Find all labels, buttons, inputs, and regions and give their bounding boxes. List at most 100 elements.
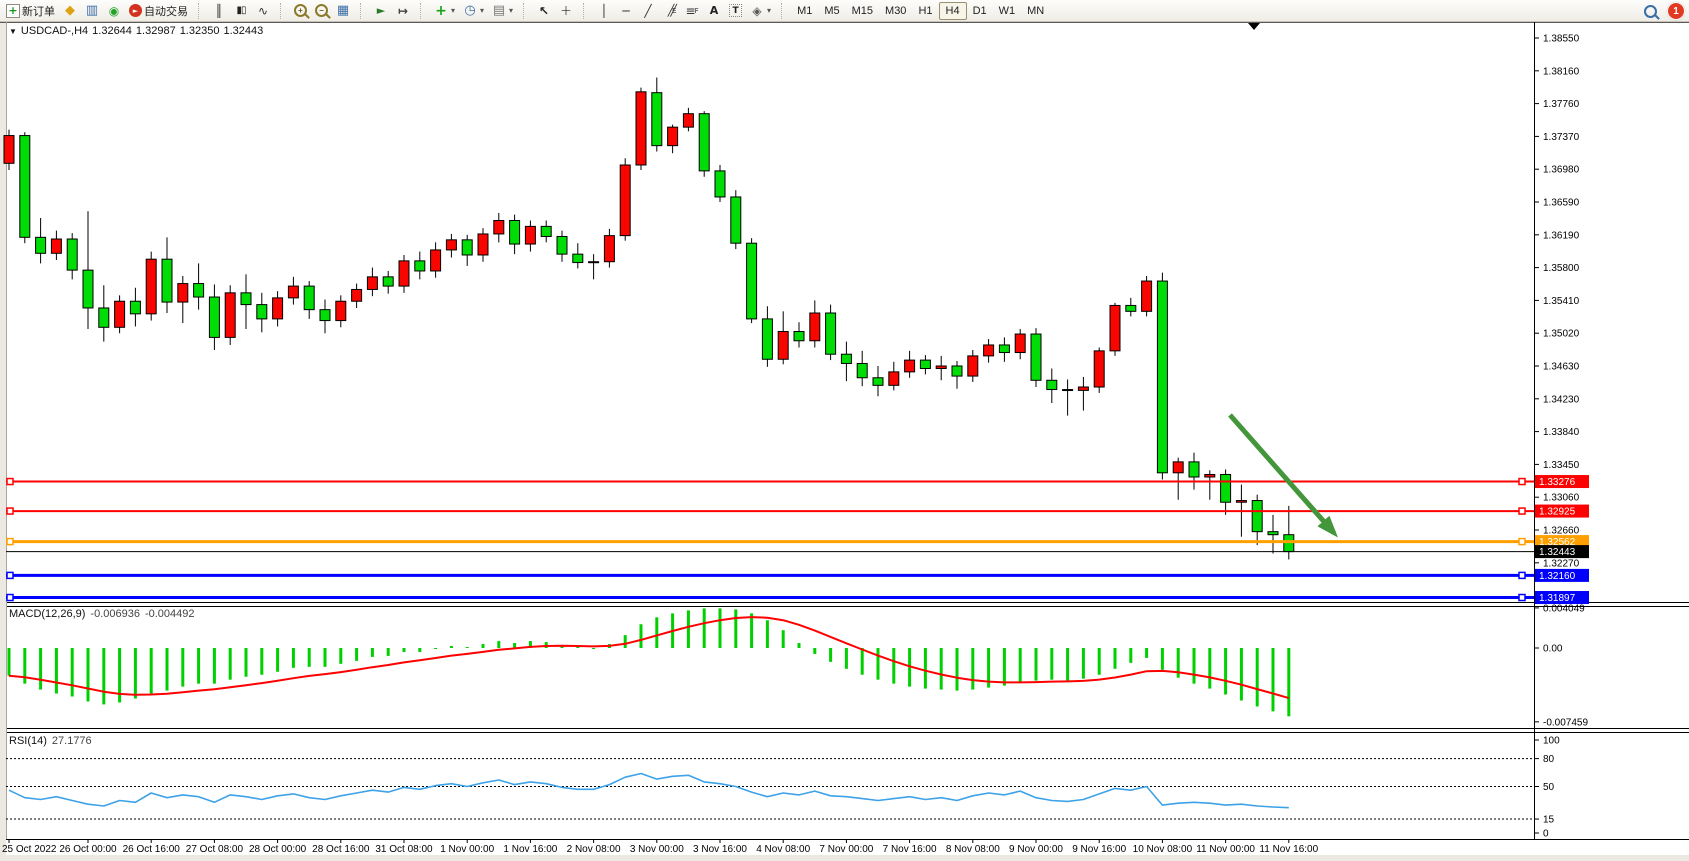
tf-h1-label: H1 (918, 5, 932, 17)
shapes-button[interactable]: ◈▾ (746, 1, 775, 21)
zoom-out-button[interactable]: − (311, 1, 332, 21)
line-anchor[interactable] (7, 539, 13, 545)
fibonacci-button[interactable]: ≡F (681, 1, 703, 21)
chart-shift-button[interactable]: ↦ (392, 1, 414, 21)
timeframe-button-M1[interactable]: M1 (791, 3, 818, 19)
equidistant-channel-button[interactable]: ╱╱E (659, 1, 681, 21)
line-anchor[interactable] (1519, 572, 1525, 578)
gold-button[interactable]: ◆ (59, 1, 81, 21)
crosshair-button[interactable]: + (555, 1, 577, 21)
line-anchor[interactable] (1519, 479, 1525, 485)
svg-text:8 Nov 08:00: 8 Nov 08:00 (946, 844, 1000, 855)
cursor-button[interactable]: ↖ (533, 1, 555, 21)
search-icon[interactable] (1644, 5, 1657, 18)
tf-h4-label: H4 (946, 5, 960, 17)
line-anchor[interactable] (1519, 539, 1525, 545)
horizontal-line-button[interactable]: ─ (615, 1, 637, 21)
svg-text:0.00: 0.00 (1543, 644, 1563, 655)
line-chart-icon: ∿ (256, 4, 270, 18)
tf-m30-label: M30 (885, 5, 906, 17)
line-anchor[interactable] (7, 572, 13, 578)
text-icon: A (707, 4, 721, 18)
new-order-button[interactable]: +新订单 (2, 1, 59, 21)
tf-m5-label: M5 (824, 5, 839, 17)
toolbar-group: ║▮▯ ∿ (208, 1, 274, 21)
line-anchor[interactable] (7, 479, 13, 485)
bar-chart-button[interactable]: ║ (208, 1, 230, 21)
svg-text:1.35800: 1.35800 (1543, 263, 1580, 274)
indicators-button[interactable]: +▾ (430, 1, 459, 21)
svg-text:-0.007459: -0.007459 (1543, 717, 1588, 728)
svg-text:1.38160: 1.38160 (1543, 66, 1580, 77)
svg-text:0: 0 (1543, 829, 1549, 840)
symbol-name: USDCAD-,H4 (21, 25, 88, 37)
cursor-icon: ↖ (537, 4, 551, 18)
equidistant-channel-icon: ╱╱E (663, 4, 677, 18)
svg-text:26 Oct 16:00: 26 Oct 16:00 (123, 844, 181, 855)
periods-button[interactable]: ◷▾ (459, 1, 488, 21)
toolbar-group: │ ─╱ ╱╱E ≡F AT◈▾ (593, 1, 775, 21)
svg-text:50: 50 (1543, 782, 1555, 793)
svg-text:1.33450: 1.33450 (1543, 460, 1580, 471)
notification-badge[interactable]: 1 (1667, 2, 1685, 20)
chevron-down-icon[interactable]: ▾ (451, 6, 455, 15)
signal-icon: ◉ (107, 4, 121, 18)
svg-text:0.004049: 0.004049 (1543, 603, 1585, 614)
tile-windows-button[interactable]: ▦ (332, 1, 354, 21)
timeframe-button-M5[interactable]: M5 (818, 3, 845, 19)
svg-text:1.36190: 1.36190 (1543, 230, 1580, 241)
timeframe-button-M15[interactable]: M15 (846, 3, 879, 19)
line-anchor[interactable] (1519, 595, 1525, 601)
svg-text:1.36590: 1.36590 (1543, 198, 1580, 209)
autotrading-label: 自动交易 (144, 3, 188, 19)
svg-text:1.37760: 1.37760 (1543, 99, 1580, 110)
chart-menu-icon[interactable]: ▼ (9, 27, 17, 36)
line-chart-button[interactable]: ∿ (252, 1, 274, 21)
tf-mn-label: MN (1027, 5, 1044, 17)
vertical-line-button[interactable]: │ (593, 1, 615, 21)
line-anchor[interactable] (1519, 508, 1525, 514)
timeframe-button-H4[interactable]: H4 (939, 2, 967, 20)
timeframe-button-D1[interactable]: D1 (967, 3, 993, 19)
svg-text:11 Nov 00:00: 11 Nov 00:00 (1196, 844, 1255, 855)
svg-text:4 Nov 08:00: 4 Nov 08:00 (756, 844, 810, 855)
svg-text:1.35020: 1.35020 (1543, 329, 1580, 340)
macd-signal-value: -0.004492 (145, 608, 195, 620)
autotrading-button[interactable]: ►自动交易 (125, 1, 192, 21)
svg-text:3 Nov 00:00: 3 Nov 00:00 (630, 844, 684, 855)
fibonacci-icon: ≡F (685, 4, 699, 18)
new-order-icon: + (6, 4, 20, 18)
line-anchor[interactable] (7, 508, 13, 514)
svg-text:1 Nov 00:00: 1 Nov 00:00 (440, 844, 494, 855)
trendline-button[interactable]: ╱ (637, 1, 659, 21)
rsi-name: RSI(14) (9, 735, 47, 747)
timeframe-button-W1[interactable]: W1 (993, 3, 1022, 19)
svg-text:1.33060: 1.33060 (1543, 493, 1580, 504)
timeframe-button-M30[interactable]: M30 (879, 3, 912, 19)
ohlc-close: 1.32443 (223, 25, 263, 37)
svg-text:1.32925: 1.32925 (1539, 507, 1576, 518)
zoom-in-button[interactable]: + (290, 1, 311, 21)
candle-chart-button[interactable]: ▮▯ (230, 1, 252, 21)
line-anchor[interactable] (7, 595, 13, 601)
text-button[interactable]: A (703, 1, 725, 21)
timeframe-button-H1[interactable]: H1 (912, 3, 938, 19)
autotrading-icon: ► (129, 4, 142, 17)
chevron-down-icon[interactable]: ▾ (480, 6, 484, 15)
toolbar: +新订单◆▥◉►自动交易║▮▯∿+−▦►↦+▾◷▾▤▾↖+│─╱╱╱E≡FAT◈… (0, 0, 1689, 22)
market-watch-button[interactable]: ▥ (81, 1, 103, 21)
svg-text:1.32660: 1.32660 (1543, 526, 1580, 537)
signal-button[interactable]: ◉ (103, 1, 125, 21)
vertical-line-icon: │ (597, 4, 611, 18)
text-label-button[interactable]: T (725, 1, 746, 21)
svg-text:9 Nov 16:00: 9 Nov 16:00 (1072, 844, 1126, 855)
svg-text:7 Nov 16:00: 7 Nov 16:00 (883, 844, 937, 855)
auto-scroll-button[interactable]: ► (370, 1, 392, 21)
chevron-down-icon[interactable]: ▾ (767, 6, 771, 15)
timeframe-button-MN[interactable]: MN (1021, 3, 1050, 19)
svg-text:11 Nov 16:00: 11 Nov 16:00 (1259, 844, 1318, 855)
toolbar-group: +新订单◆▥ ◉ ►自动交易 (2, 1, 192, 21)
templates-button[interactable]: ▤▾ (488, 1, 517, 21)
rsi-value: 27.1776 (52, 735, 92, 747)
chevron-down-icon[interactable]: ▾ (509, 6, 513, 15)
